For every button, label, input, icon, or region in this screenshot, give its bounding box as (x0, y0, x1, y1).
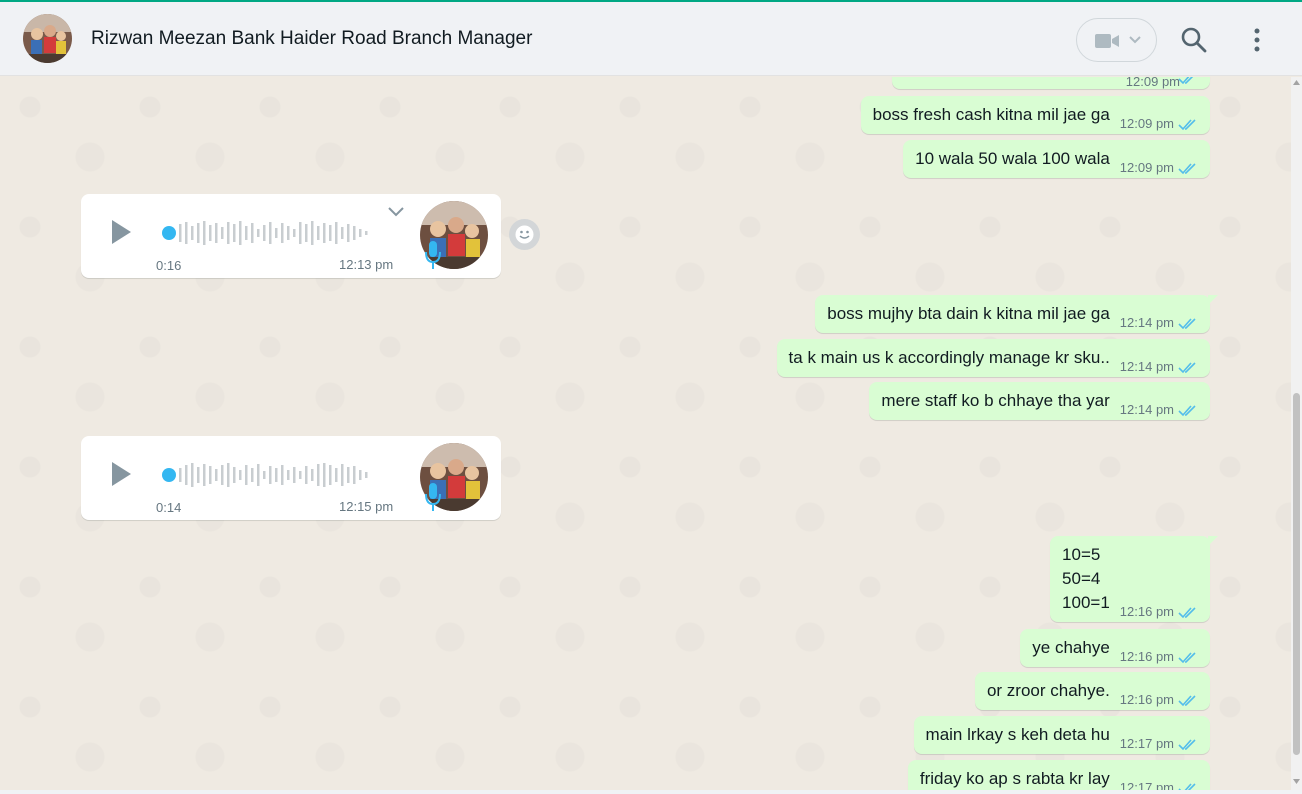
message-bubble[interactable]: ta k main us k accordingly manage kr sku… (776, 339, 1210, 377)
scroll-thumb[interactable] (1293, 393, 1300, 755)
message-bubble[interactable]: ye chahye 12:16 pm (1020, 629, 1210, 667)
bubble-tail (1208, 536, 1218, 546)
message-text: 10 wala 50 wala 100 wala (915, 149, 1110, 168)
play-icon[interactable] (109, 218, 133, 246)
message-bubble[interactable]: main lrkay s keh deta hu 12:17 pm (913, 716, 1210, 754)
message-text: or zroor chahye. (986, 681, 1110, 700)
message-time: 12:09 pm (1119, 116, 1174, 131)
message-time: 12:16 pm (1119, 604, 1174, 619)
message-text: boss fresh cash kitna mil jae ga (872, 105, 1110, 124)
message-text: 10=5 50=4 100=1 (1062, 545, 1110, 612)
voice-duration: 0:16 (156, 258, 182, 273)
message-time: 12:16 pm (1119, 692, 1174, 707)
scroll-up-arrow-icon[interactable] (1293, 79, 1300, 87)
message-bubble-partial[interactable]: 12:09 pm (892, 77, 1210, 89)
read-ticks-icon (1178, 651, 1196, 663)
message-time: 12:09 pm (1125, 77, 1180, 89)
read-ticks-icon (1178, 606, 1196, 618)
message-bubble[interactable]: friday ko ap s rabta kr lay 12:17 pm (907, 760, 1210, 790)
vertical-dots-menu-icon[interactable] (1248, 26, 1266, 54)
microphone-icon (425, 483, 441, 511)
read-ticks-icon (1178, 361, 1196, 373)
scroll-down-arrow-icon[interactable] (1293, 777, 1300, 785)
message-text: friday ko ap s rabta kr lay (919, 769, 1110, 788)
play-icon[interactable] (109, 460, 133, 488)
message-time: 12:17 pm (1119, 780, 1174, 790)
message-text: main lrkay s keh deta hu (925, 725, 1110, 744)
message-bubble[interactable]: 10 wala 50 wala 100 wala 12:09 pm (903, 140, 1210, 178)
bottom-edge (0, 790, 1302, 794)
message-bubble[interactable]: 10=5 50=4 100=1 12:16 pm (1050, 536, 1218, 622)
read-ticks-icon (1178, 118, 1196, 130)
read-ticks-icon (1178, 77, 1194, 85)
message-time: 12:14 pm (1119, 315, 1174, 330)
read-ticks-icon (1178, 317, 1196, 329)
smiley-icon (515, 225, 534, 244)
message-time: 12:13 pm (339, 257, 394, 272)
video-call-button[interactable] (1076, 18, 1157, 62)
bubble-tail (1208, 295, 1218, 305)
chat-scrollbar[interactable] (1291, 77, 1302, 790)
voice-message[interactable]: 0:16 12:13 pm (81, 194, 501, 278)
message-bubble[interactable]: boss mujhy bta dain k kitna mil jae ga 12… (815, 295, 1218, 333)
message-list[interactable]: 12:09 pm boss fresh cash kitna mil jae g… (0, 77, 1302, 790)
message-time: 12:17 pm (1119, 736, 1174, 751)
read-ticks-icon (1178, 404, 1196, 416)
message-time: 12:14 pm (1119, 359, 1174, 374)
voice-duration: 0:14 (156, 500, 182, 515)
message-text: mere staff ko b chhaye tha yar (881, 391, 1110, 410)
message-bubble[interactable]: boss fresh cash kitna mil jae ga 12:09 pm (860, 96, 1210, 134)
waveform[interactable] (159, 220, 389, 246)
chat-header: Rizwan Meezan Bank Haider Road Branch Ma… (0, 2, 1302, 76)
message-text: boss mujhy bta dain k kitna mil jae ga (827, 304, 1110, 323)
emoji-reaction-button[interactable] (509, 219, 540, 250)
read-ticks-icon (1178, 738, 1196, 750)
message-time: 12:14 pm (1119, 402, 1174, 417)
video-camera-icon (1095, 34, 1119, 48)
message-time: 12:09 pm (1119, 160, 1174, 175)
microphone-icon (425, 241, 441, 269)
read-ticks-icon (1178, 782, 1196, 790)
chevron-down-icon (1129, 36, 1141, 44)
waveform[interactable] (159, 462, 389, 488)
message-time: 12:16 pm (1119, 649, 1174, 664)
contact-avatar[interactable] (23, 14, 72, 63)
read-ticks-icon (1178, 162, 1196, 174)
contact-name[interactable]: Rizwan Meezan Bank Haider Road Branch Ma… (91, 28, 532, 50)
message-bubble[interactable]: or zroor chahye. 12:16 pm (974, 672, 1210, 710)
message-bubble[interactable]: mere staff ko b chhaye tha yar 12:14 pm (869, 382, 1210, 420)
message-text: ta k main us k accordingly manage kr sku… (788, 348, 1110, 367)
search-icon[interactable] (1180, 26, 1208, 54)
message-time: 12:15 pm (339, 499, 394, 514)
read-ticks-icon (1178, 694, 1196, 706)
voice-message[interactable]: 0:14 12:15 pm (81, 436, 501, 520)
message-text: ye chahye (1032, 638, 1110, 657)
chevron-down-icon[interactable] (387, 206, 405, 218)
